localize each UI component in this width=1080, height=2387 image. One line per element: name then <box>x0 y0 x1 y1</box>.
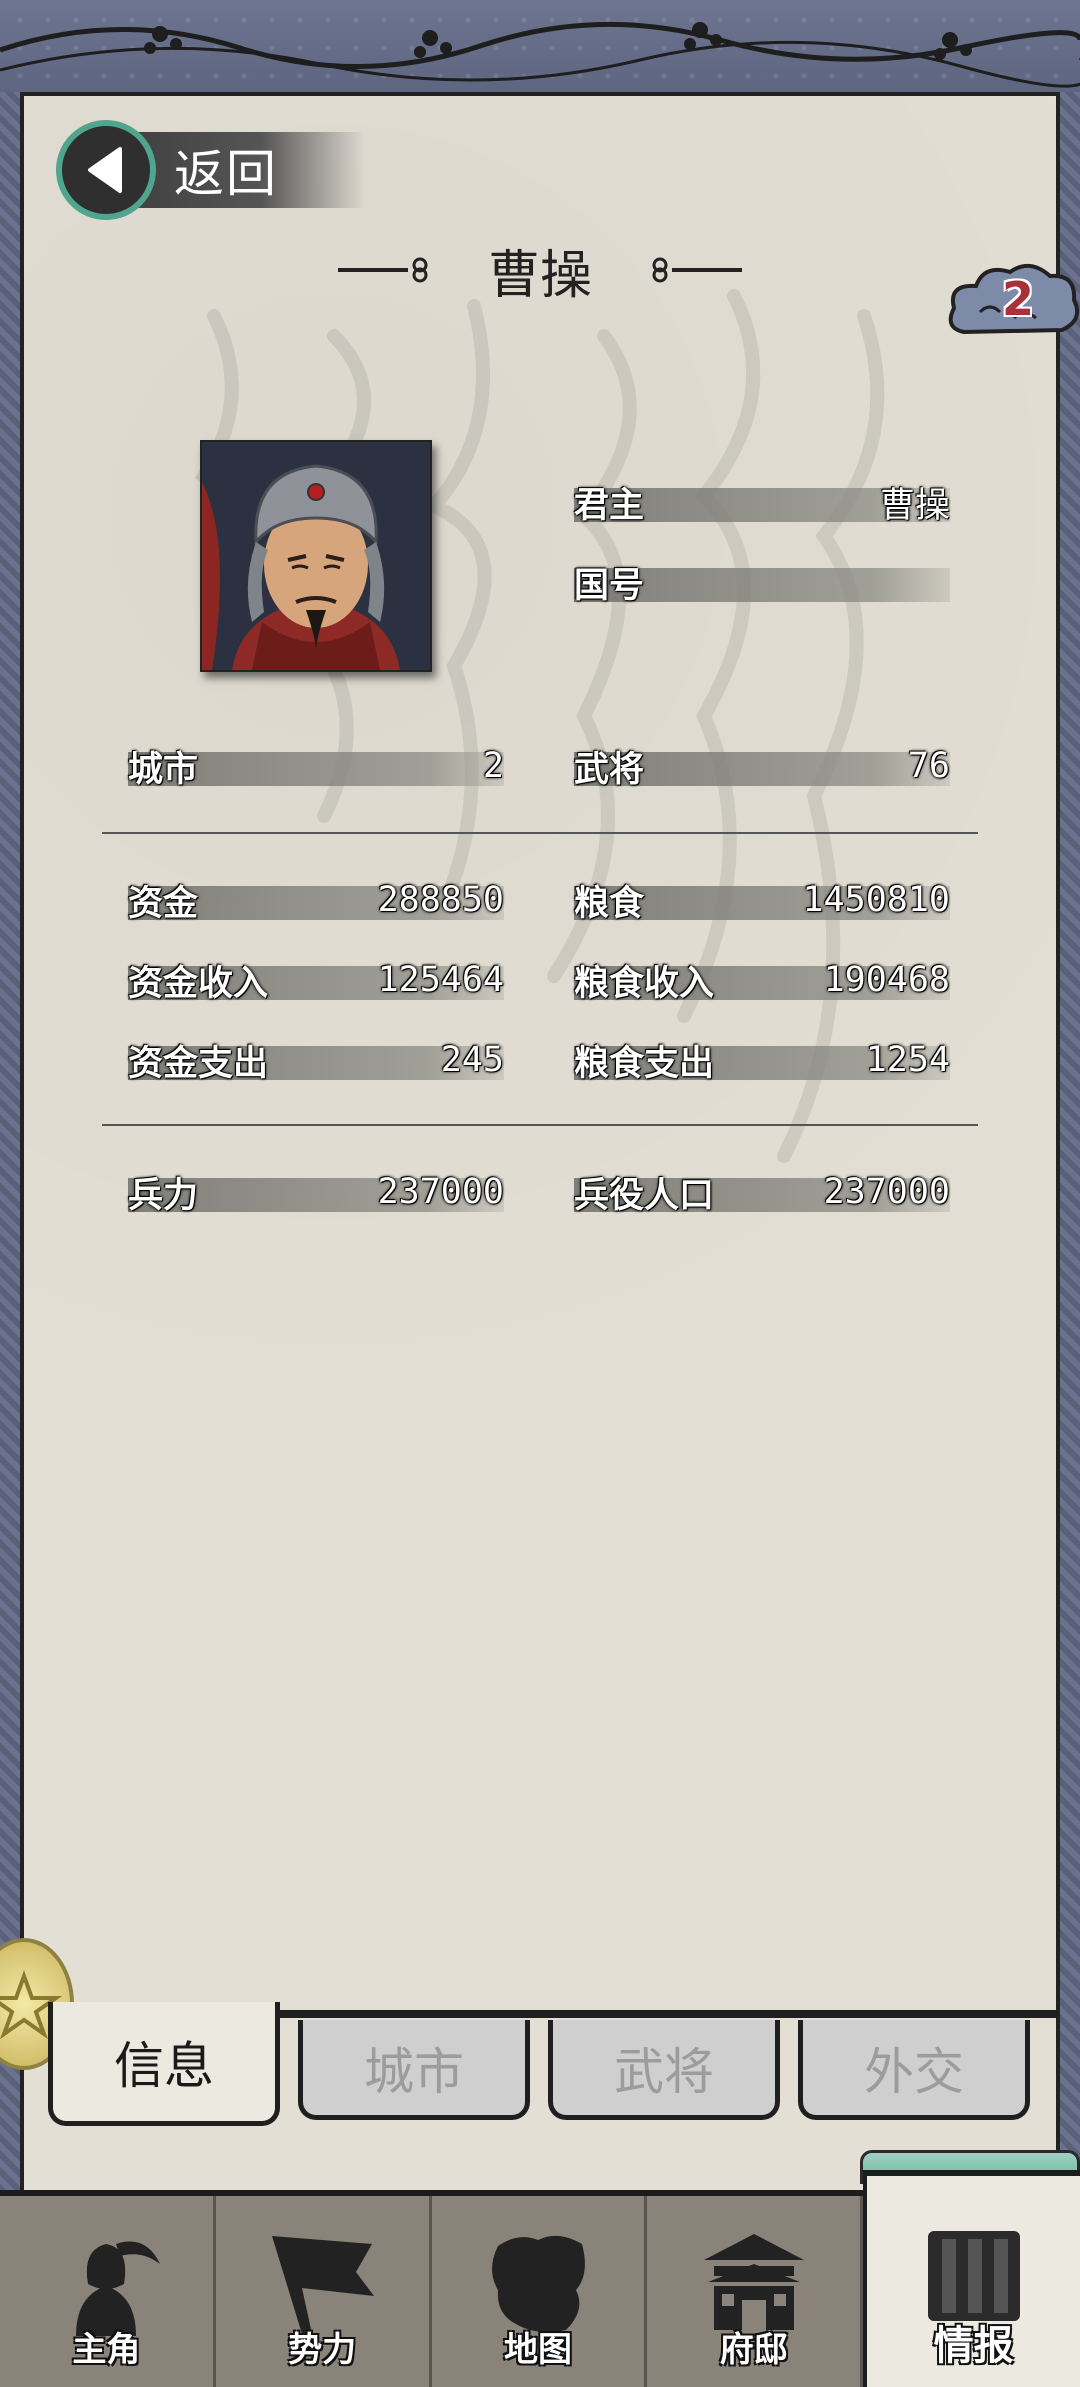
top-decorative-band <box>0 0 1080 98</box>
stat-label: 城市 <box>128 749 199 790</box>
nav-map[interactable]: 地图 <box>432 2196 648 2387</box>
stat-label: 君主 <box>574 485 645 526</box>
stat-value: 1254 <box>865 1040 950 1080</box>
stat-value: 2 <box>482 746 504 786</box>
divider <box>102 832 978 834</box>
left-ornament-icon <box>337 257 428 283</box>
tab-cities[interactable]: 城市 <box>298 2020 530 2120</box>
nav-label: 府邸 <box>719 2330 788 2370</box>
stat-row-cities: 城市 2 <box>128 742 504 790</box>
stat-label: 兵役人口 <box>574 1175 715 1216</box>
stat-row-ruler: 君主 曹操 <box>574 478 950 526</box>
stat-label: 粮食 <box>574 883 645 924</box>
back-arrow-icon <box>56 120 156 220</box>
stat-row-conscript-population: 兵役人口 237000 <box>574 1168 950 1216</box>
tab-generals[interactable]: 武将 <box>548 2020 780 2120</box>
back-label: 返回 <box>174 145 278 203</box>
nav-protagonist[interactable]: 主角 <box>0 2196 216 2387</box>
flag-icon <box>272 2236 375 2334</box>
nav-intelligence[interactable]: 情报 <box>863 2170 1080 2387</box>
right-frame-border <box>1060 92 1080 2192</box>
tab-diplomacy[interactable]: 外交 <box>798 2020 1030 2120</box>
info-panel <box>20 96 1060 2192</box>
stat-row-kingdom-name: 国号 <box>574 558 950 606</box>
back-button[interactable]: 返回 <box>56 120 366 220</box>
title-row: 曹操 <box>300 230 780 310</box>
scroll-icon <box>927 2231 1020 2321</box>
nav-label: 地图 <box>503 2330 572 2370</box>
stat-row-funds-expense: 资金支出 245 <box>128 1036 504 1084</box>
tab-info[interactable]: 信息 <box>48 2002 280 2126</box>
stat-value: 237000 <box>823 1172 950 1212</box>
badge-count: 2 <box>1002 272 1035 326</box>
nav-mansion[interactable]: 府邸 <box>647 2196 864 2387</box>
nav-label: 势力 <box>288 2330 357 2370</box>
stat-row-funds: 资金 288850 <box>128 876 504 924</box>
stat-label: 兵力 <box>128 1175 199 1216</box>
stat-value: 125464 <box>377 960 504 1000</box>
ruler-portrait <box>200 440 432 672</box>
warrior-icon <box>76 2241 161 2336</box>
palace-icon <box>703 2234 804 2330</box>
nav-label: 情报 <box>933 2322 1014 2369</box>
stat-value: 190468 <box>823 960 950 1000</box>
cloud-badge[interactable]: 2 <box>944 262 1080 348</box>
stat-value: 245 <box>440 1040 504 1080</box>
stat-label: 粮食支出 <box>574 1043 715 1084</box>
stat-label: 资金支出 <box>128 1043 269 1084</box>
map-icon <box>491 2235 585 2332</box>
stat-label: 国号 <box>574 565 645 606</box>
stat-label: 武将 <box>574 749 645 790</box>
divider <box>102 1124 978 1126</box>
stat-row-funds-income: 资金收入 125464 <box>128 956 504 1004</box>
sub-tab-bar: 信息 城市 武将 外交 <box>48 2002 1058 2130</box>
stat-label: 资金 <box>128 883 199 924</box>
bottom-nav: 主角 势力 地图 府邸 情报 <box>0 2170 1080 2387</box>
stat-value: 1450810 <box>802 880 950 920</box>
stat-row-generals: 武将 76 <box>574 742 950 790</box>
stat-value: 76 <box>907 746 950 786</box>
stat-row-food-expense: 粮食支出 1254 <box>574 1036 950 1084</box>
nav-label: 主角 <box>72 2330 141 2370</box>
stat-value: 237000 <box>377 1172 504 1212</box>
right-ornament-icon <box>652 257 742 283</box>
stat-value: 288850 <box>377 880 504 920</box>
nav-faction[interactable]: 势力 <box>216 2196 432 2387</box>
stat-row-food: 粮食 1450810 <box>574 876 950 924</box>
left-frame-border <box>0 92 20 2192</box>
stat-row-troops: 兵力 237000 <box>128 1168 504 1216</box>
stat-label: 资金收入 <box>128 963 269 1004</box>
stat-value: 曹操 <box>879 485 950 526</box>
stat-label: 粮食收入 <box>574 963 715 1004</box>
page-title: 曹操 <box>487 245 592 306</box>
stat-row-food-income: 粮食收入 190468 <box>574 956 950 1004</box>
